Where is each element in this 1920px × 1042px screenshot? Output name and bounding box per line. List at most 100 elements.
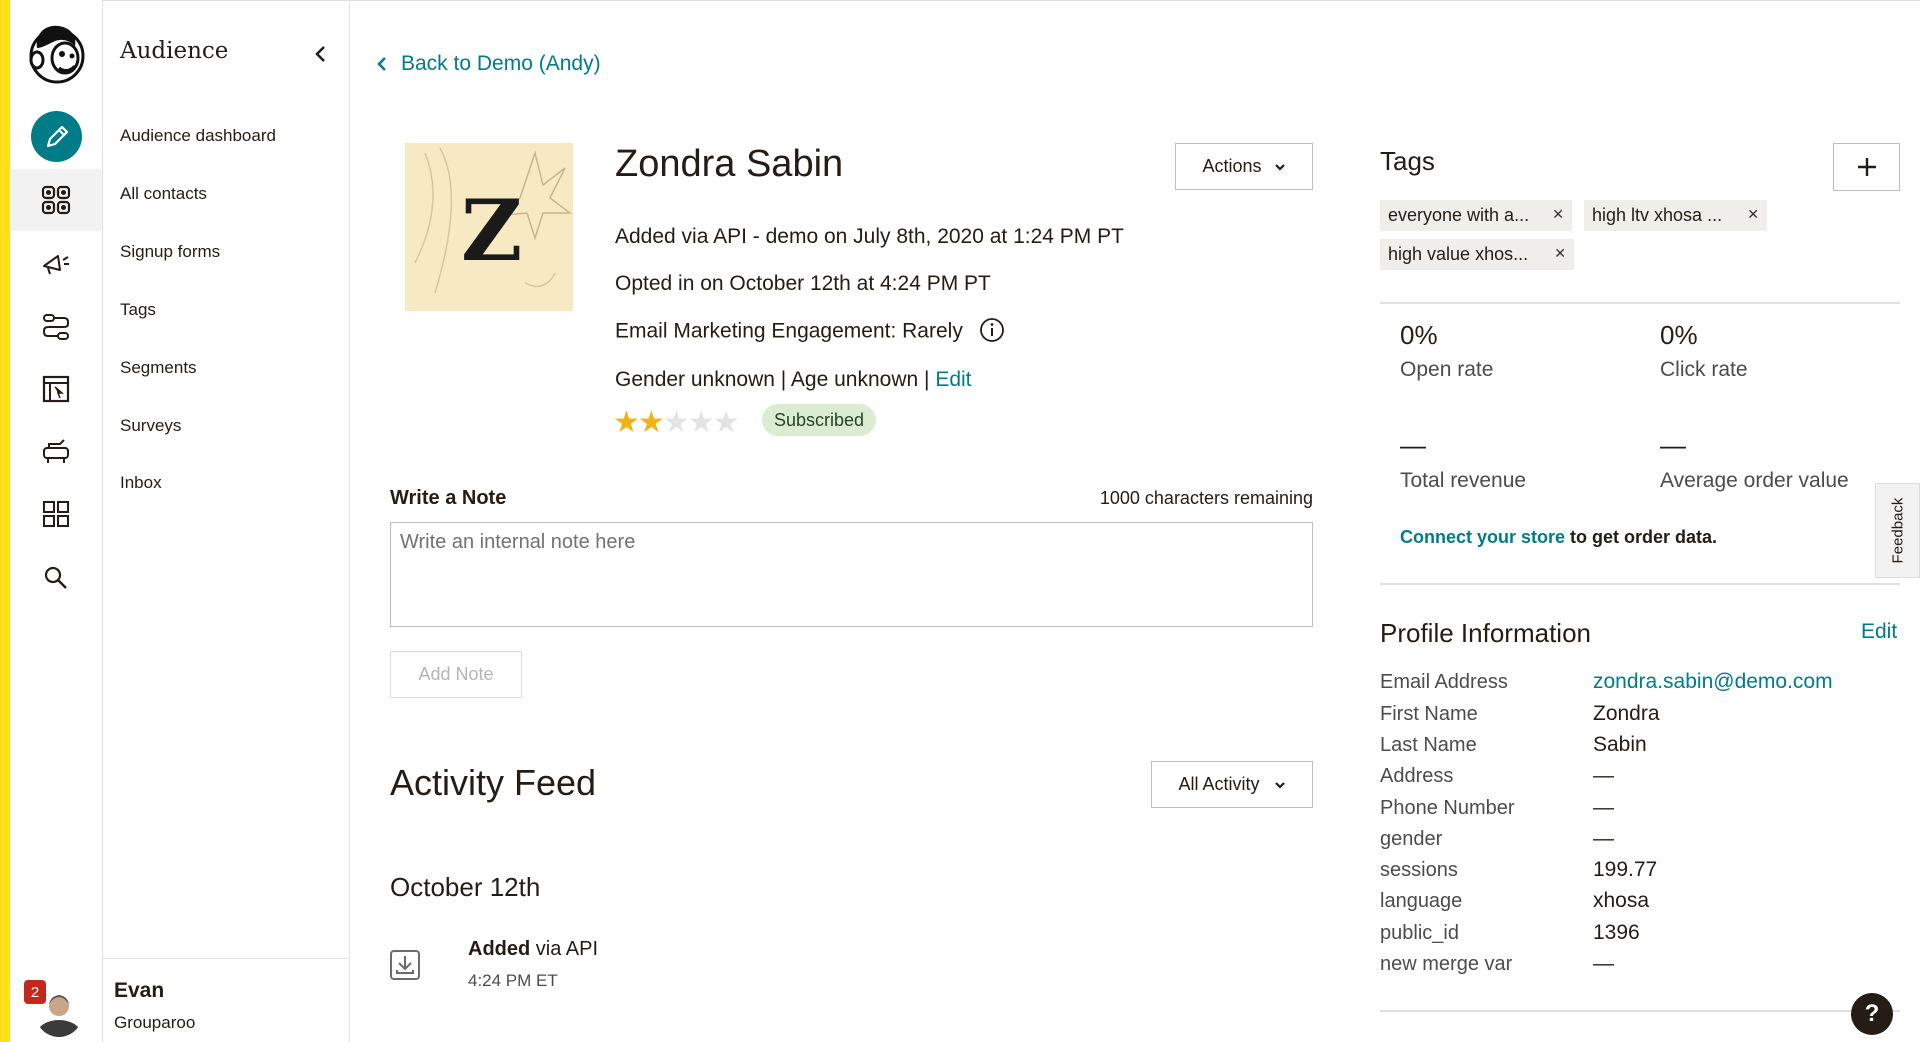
- tag-chip: high value xhos... ✕: [1380, 239, 1574, 270]
- aov-label: Average order value: [1660, 469, 1849, 492]
- note-label: Write a Note: [390, 487, 507, 509]
- plus-icon: [1857, 158, 1876, 176]
- remove-tag-icon[interactable]: ✕: [1554, 245, 1566, 262]
- aov-value: —: [1660, 430, 1686, 460]
- rail-search[interactable]: [10, 547, 102, 609]
- nav-audience-dashboard[interactable]: Audience dashboard: [120, 126, 276, 146]
- divider: [1380, 583, 1900, 585]
- connect-store-text: to get order data.: [1565, 527, 1718, 547]
- contact-initial: Z: [461, 181, 523, 280]
- feed-event-time: 4:24 PM ET: [468, 971, 558, 990]
- nav-signup-forms[interactable]: Signup forms: [120, 242, 220, 262]
- activity-filter-dropdown[interactable]: All Activity: [1151, 761, 1313, 808]
- field-value: Sabin: [1593, 733, 1647, 756]
- nav-tags[interactable]: Tags: [120, 300, 156, 320]
- chevron-down-icon: [1274, 781, 1285, 789]
- rail-content[interactable]: [10, 421, 102, 483]
- star-4: ★: [687, 406, 715, 439]
- field-label: sessions: [1380, 859, 1458, 881]
- open-rate-value: 0%: [1400, 320, 1438, 350]
- tag-label: everyone with a...: [1388, 205, 1530, 225]
- feed-event-action: Added: [468, 938, 531, 960]
- note-input[interactable]: [390, 522, 1313, 627]
- connect-store-link[interactable]: Connect your store: [1400, 527, 1565, 547]
- field-label: gender: [1380, 828, 1443, 850]
- rail-automations[interactable]: [10, 296, 102, 358]
- freddie-logo-icon[interactable]: [25, 20, 89, 86]
- field-value: —: [1593, 952, 1614, 975]
- total-revenue-label: Total revenue: [1400, 469, 1527, 492]
- field-value: Zondra: [1593, 702, 1660, 725]
- brand-strip: [0, 0, 10, 1042]
- back-link[interactable]: Back to Demo (Andy): [375, 52, 601, 76]
- profile-edit-link[interactable]: Edit: [1861, 620, 1897, 644]
- field-label: public_id: [1380, 922, 1459, 944]
- chevron-left-icon: [377, 57, 386, 71]
- notification-badge[interactable]: 2: [24, 980, 46, 1004]
- feedback-tab[interactable]: Feedback: [1875, 483, 1920, 578]
- contact-avatar: Z: [405, 143, 573, 311]
- nav-all-contacts[interactable]: All contacts: [120, 184, 207, 204]
- user-org: Grouparoo: [114, 1013, 196, 1032]
- star-5: ★: [712, 406, 740, 439]
- feedback-label: Feedback: [1889, 497, 1906, 564]
- add-note-button[interactable]: Add Note: [390, 651, 522, 698]
- website-icon: [42, 375, 70, 403]
- total-revenue-value: —: [1400, 430, 1426, 460]
- field-label: Phone Number: [1380, 797, 1515, 819]
- rail-campaigns[interactable]: [10, 233, 102, 295]
- chevron-left-icon[interactable]: [309, 42, 333, 66]
- opted-in-info: Opted in on October 12th at 4:24 PM PT: [615, 272, 991, 295]
- search-icon: [44, 566, 67, 589]
- info-icon[interactable]: [979, 317, 1005, 343]
- engagement-text: Email Marketing Engagement: Rarely: [615, 319, 963, 343]
- open-rate-label: Open rate: [1400, 358, 1494, 381]
- help-button[interactable]: ?: [1851, 993, 1893, 1035]
- field-label: Email Address: [1380, 671, 1508, 693]
- star-2: ★: [637, 406, 665, 439]
- activity-feed-title: Activity Feed: [390, 762, 597, 803]
- engagement-info: Email Marketing Engagement: Rarely: [615, 317, 1005, 345]
- field-value: —: [1593, 827, 1614, 850]
- demographics-edit-link[interactable]: Edit: [935, 368, 971, 391]
- create-button[interactable]: [31, 111, 82, 162]
- contact-name: Zondra Sabin: [615, 143, 844, 185]
- audience-subnav: Audience Audience dashboard All contacts…: [103, 0, 350, 1042]
- rail-apps[interactable]: [10, 483, 102, 545]
- remove-tag-icon[interactable]: ✕: [1747, 206, 1759, 223]
- click-rate-value: 0%: [1660, 320, 1698, 350]
- activity-filter-label: All Activity: [1178, 774, 1260, 794]
- actions-label: Actions: [1202, 156, 1262, 176]
- nav-surveys[interactable]: Surveys: [120, 416, 181, 436]
- add-tag-button[interactable]: [1833, 143, 1900, 191]
- divider: [1380, 302, 1900, 304]
- field-value: —: [1593, 796, 1614, 819]
- star-3: ★: [662, 406, 690, 439]
- account-menu[interactable]: Evan Grouparoo: [103, 958, 349, 1042]
- actions-button[interactable]: Actions: [1175, 143, 1313, 190]
- connect-store-line: Connect your store to get order data.: [1400, 527, 1717, 548]
- rail-website[interactable]: [10, 358, 102, 420]
- tag-label: high ltv xhosa ...: [1592, 205, 1723, 225]
- note-char-count: 1000 characters remaining: [1099, 488, 1313, 508]
- subnav-title: Audience: [120, 38, 229, 64]
- nav-segments[interactable]: Segments: [120, 358, 197, 378]
- field-label: language: [1380, 890, 1463, 912]
- remove-tag-icon[interactable]: ✕: [1552, 206, 1564, 223]
- field-value: 199.77: [1593, 858, 1658, 881]
- email-value[interactable]: zondra.sabin@demo.com: [1593, 670, 1833, 694]
- rail-audience[interactable]: [10, 169, 102, 231]
- added-info: Added via API - demo on July 8th, 2020 a…: [615, 225, 1124, 248]
- download-icon: [390, 950, 420, 980]
- feed-event-detail: via API: [530, 938, 599, 960]
- icon-rail: 2: [10, 0, 103, 1042]
- pencil-icon: [46, 125, 68, 147]
- contact-rating: ★★★★★: [613, 405, 740, 440]
- megaphone-icon: [43, 255, 69, 275]
- nav-inbox[interactable]: Inbox: [120, 473, 162, 493]
- tag-chip: high ltv xhosa ... ✕: [1584, 200, 1767, 231]
- field-value: 1396: [1593, 921, 1640, 944]
- demographics-text: Gender unknown | Age unknown |: [615, 368, 930, 391]
- feed-date-heading: October 12th: [390, 872, 541, 902]
- profile-info-title: Profile Information: [1380, 618, 1591, 648]
